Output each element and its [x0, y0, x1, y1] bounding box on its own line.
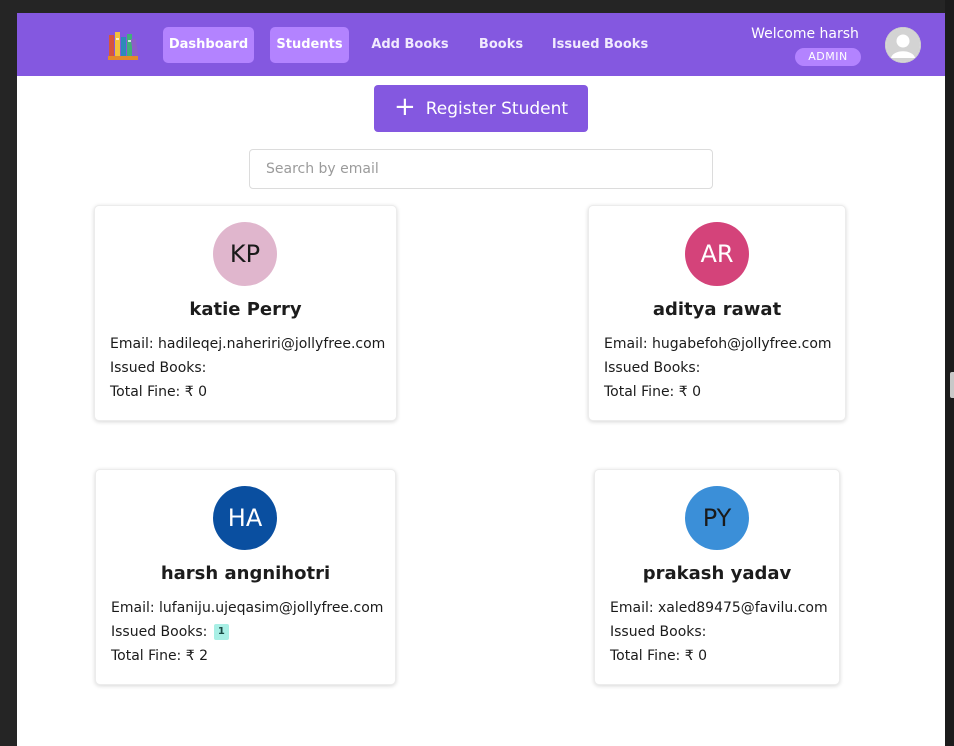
fine-label: Total Fine:: [111, 648, 182, 664]
student-card: HA harsh angnihotri Email: lufaniju.ujeq…: [95, 469, 396, 685]
issued-books-label: Issued Books:: [604, 360, 701, 376]
student-issued-books: Issued Books:: [604, 360, 700, 376]
email-label: Email:: [111, 600, 155, 616]
student-email: Email: hugabefoh@jollyfree.com: [604, 336, 832, 352]
student-name: katie Perry: [189, 299, 302, 320]
student-initials-avatar: KP: [213, 222, 277, 286]
student-total-fine: Total Fine: ₹ 2: [111, 648, 208, 664]
issued-count-badge[interactable]: 1: [213, 624, 229, 640]
email-value: hugabefoh@jollyfree.com: [652, 336, 832, 352]
register-student-label: Register Student: [425, 98, 569, 119]
student-name: aditya rawat: [652, 299, 782, 320]
fine-label: Total Fine:: [610, 648, 681, 664]
search-email-input[interactable]: [249, 149, 713, 189]
user-avatar-icon: [886, 28, 920, 62]
student-email: Email: lufaniju.ujeqasim@jollyfree.com: [111, 600, 383, 616]
app-window: Dashboard Students Add Books Books Issue…: [17, 13, 945, 746]
welcome-text: Welcome harsh: [751, 26, 859, 42]
student-card: KP katie Perry Email: hadileqej.naheriri…: [94, 205, 397, 421]
student-initials-avatar: PY: [685, 486, 749, 550]
email-value: lufaniju.ujeqasim@jollyfree.com: [159, 600, 384, 616]
student-total-fine: Total Fine: ₹ 0: [604, 384, 701, 400]
issued-books-label: Issued Books:: [110, 360, 207, 376]
nav-dashboard[interactable]: Dashboard: [163, 27, 254, 63]
student-email: Email: xaled89475@favilu.com: [610, 600, 828, 616]
email-value: xaled89475@favilu.com: [658, 600, 828, 616]
email-label: Email:: [604, 336, 648, 352]
books-logo-icon[interactable]: [106, 29, 140, 61]
student-card: AR aditya rawat Email: hugabefoh@jollyfr…: [588, 205, 846, 421]
fine-label: Total Fine:: [604, 384, 675, 400]
student-initials-avatar: AR: [685, 222, 749, 286]
role-badge: ADMIN: [795, 48, 861, 66]
nav-students[interactable]: Students: [270, 27, 349, 63]
student-issued-books: Issued Books:: [110, 360, 206, 376]
email-label: Email:: [610, 600, 654, 616]
email-label: Email:: [110, 336, 154, 352]
email-value: hadileqej.naheriri@jollyfree.com: [158, 336, 386, 352]
student-name: harsh angnihotri: [160, 563, 331, 584]
user-avatar[interactable]: [885, 27, 921, 63]
student-total-fine: Total Fine: ₹ 0: [610, 648, 707, 664]
fine-value: ₹ 2: [185, 648, 208, 664]
issued-books-label: Issued Books:: [111, 624, 208, 640]
nav-issued-books[interactable]: Issued Books: [550, 27, 650, 63]
student-issued-books: Issued Books:: [610, 624, 706, 640]
fine-value: ₹ 0: [684, 648, 707, 664]
fine-value: ₹ 0: [184, 384, 207, 400]
window-edge: [945, 0, 954, 746]
nav-books[interactable]: Books: [474, 27, 528, 63]
issued-books-label: Issued Books:: [610, 624, 707, 640]
fine-value: ₹ 0: [678, 384, 701, 400]
fine-label: Total Fine:: [110, 384, 181, 400]
student-email: Email: hadileqej.naheriri@jollyfree.com: [110, 336, 385, 352]
student-initials-avatar: HA: [213, 486, 277, 550]
top-navbar: Dashboard Students Add Books Books Issue…: [17, 13, 945, 76]
register-student-button[interactable]: + Register Student: [374, 85, 588, 132]
student-card: PY prakash yadav Email: xaled89475@favil…: [594, 469, 840, 685]
student-name: prakash yadav: [642, 563, 792, 584]
plus-icon: +: [393, 92, 416, 122]
scrollbar-handle[interactable]: [950, 372, 954, 398]
nav-add-books[interactable]: Add Books: [368, 27, 452, 63]
student-total-fine: Total Fine: ₹ 0: [110, 384, 207, 400]
student-issued-books: Issued Books: 1: [111, 624, 229, 640]
